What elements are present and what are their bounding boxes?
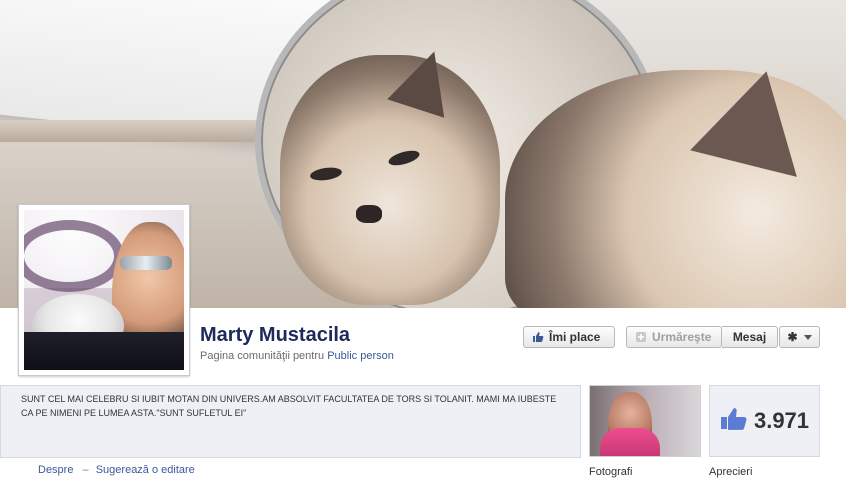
about-text: SUNT CEL MAI CELEBRU SI IUBIT MOTAN DIN … [21,394,557,418]
profile-picture[interactable] [18,204,190,376]
chevron-down-icon [803,334,812,340]
like-button-label: Îmi place [549,330,601,344]
thumbs-up-icon [532,331,544,343]
about-links: Despre – Sugerează o editare [38,464,195,476]
page-subtitle: Pagina comunităţii pentru Public person [200,350,394,362]
like-button[interactable]: Îmi place [523,326,615,348]
likes-box[interactable]: 3.971 [709,385,820,457]
link-separator: – [82,464,89,476]
profile-pillow [24,332,184,370]
follow-button-label: Urmăreşte [652,330,712,344]
likes-label[interactable]: Aprecieri [709,466,752,478]
settings-dropdown-button[interactable]: ✱ [779,326,820,348]
page-title[interactable]: Marty Mustacila [200,324,350,347]
likes-count: 3.971 [753,408,810,433]
suggest-edit-link[interactable]: Sugerează o editare [96,464,195,476]
about-box: SUNT CEL MAI CELEBRU SI IUBIT MOTAN DIN … [0,385,581,458]
message-button-label: Mesaj [732,330,767,344]
message-button[interactable]: Mesaj [722,326,778,348]
gear-icon: ✱ [787,330,798,344]
subtitle-prefix: Pagina comunităţii pentru [200,350,325,362]
photos-shirt [600,428,660,456]
profile-image [24,210,184,370]
follow-button[interactable]: Urmăreşte [626,326,722,348]
about-link[interactable]: Despre [38,464,73,476]
likes-thumb-icon [720,407,748,436]
follow-icon [635,331,647,343]
profile-visor [120,256,172,270]
photos-label[interactable]: Fotografi [589,466,632,478]
cover-cat-nose [356,205,382,223]
page-category-link[interactable]: Public person [327,350,394,362]
photos-thumbnail[interactable] [589,385,701,457]
